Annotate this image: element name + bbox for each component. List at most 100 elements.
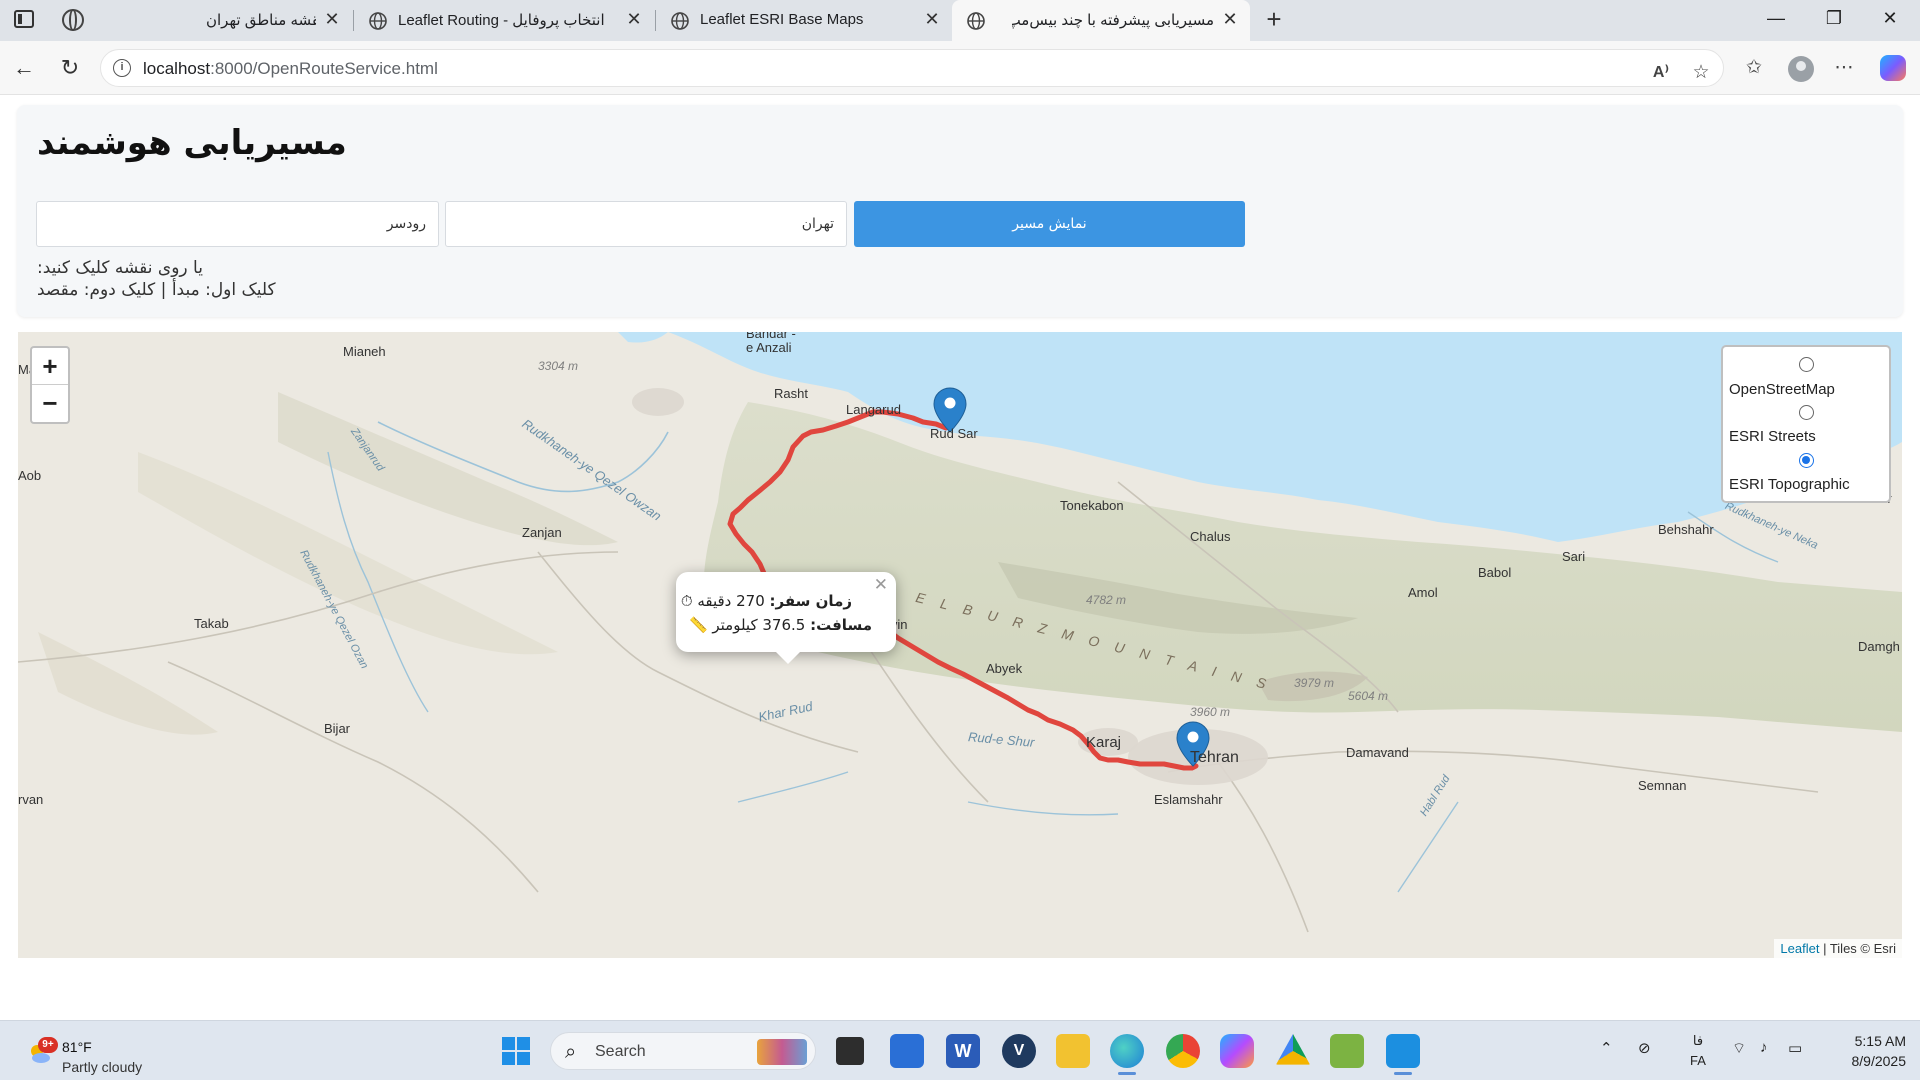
store-icon[interactable] [890,1034,924,1068]
place-label: Tehran [1190,749,1239,766]
maximize-button[interactable]: ❐ [1820,8,1848,32]
elevation-label: 3979 m [1294,676,1335,690]
vscode-icon[interactable] [1386,1034,1420,1068]
elevation-label: 5604 m [1348,689,1389,703]
vivaldi-icon[interactable]: V [1002,1034,1036,1068]
place-label: Tonekabon [1060,498,1124,513]
tab-close-icon[interactable]: ✕ [922,9,942,29]
travel-time-label: زمان سفر: [769,592,852,610]
weather-condition: Partly cloudy [62,1059,143,1075]
search-icon: ⌕ [565,1041,577,1063]
place-label: Babol [1478,565,1512,580]
word-icon[interactable]: W [946,1034,980,1068]
site-info-icon[interactable]: i [113,59,131,77]
profile-avatar[interactable] [1788,56,1814,82]
layer-label[interactable]: OpenStreetMap [1729,381,1835,398]
clock-time: 5:15 AM [1854,1033,1906,1049]
elevation-label: 3304 m [538,359,579,373]
hint-line: کلیک اول: مبدأ | کلیک دوم: مقصد [37,280,276,300]
network-off-icon[interactable]: ⊘ [1638,1039,1651,1057]
page-body: مسیریابی هوشمند رودسر تهران نمایش مسیر :… [0,95,1920,1017]
wifi-icon[interactable]: ⌔ [1732,1039,1746,1058]
weather-widget[interactable]: 9+ 81°F Partly cloudy [24,1031,164,1075]
popup-tip [774,650,802,664]
layer-label[interactable]: ESRI Streets [1729,428,1816,445]
active-app-indicator [1118,1072,1136,1075]
destination-input[interactable]: تهران [445,201,847,247]
temperature: 81°F [62,1039,92,1055]
workspace-globe-icon[interactable] [62,9,84,31]
task-view-icon[interactable] [836,1037,864,1065]
leaflet-link[interactable]: Leaflet [1780,941,1819,956]
windows-taskbar: 9+ 81°F Partly cloudy ⌕ Search W V ⌃ ⊘ ف… [0,1020,1920,1080]
map-click-hint: :یا روی نقشه کلیک کنید کلیک اول: مبدأ | … [37,257,276,301]
url-text: localhost:8000/OpenRouteService.html [143,59,438,78]
tab-tehran-districts[interactable]: نقشه مناطق تهران ✕ [96,0,352,41]
google-drive-icon[interactable] [1276,1034,1310,1065]
volume-icon[interactable]: ♪ [1760,1039,1768,1056]
globe-icon [967,12,985,30]
tab-close-icon[interactable]: ✕ [1220,9,1240,29]
place-label: Damavand [1346,745,1409,760]
tab-close-icon[interactable]: ✕ [624,9,644,29]
edge-icon[interactable] [1110,1034,1144,1068]
favorites-icon[interactable]: ✩ [1742,56,1766,80]
tab-leaflet-routing[interactable]: Leaflet Routing - انتخاب پروفایل ✕ [354,0,654,41]
lang-bottom: FA [1690,1053,1706,1068]
place-label: Semnan [1638,778,1687,793]
place-label: Behshahr [1658,522,1714,537]
origin-input[interactable]: رودسر [36,201,439,247]
attribution-text: | Tiles © Esri [1819,941,1896,956]
tab-leaflet-esri[interactable]: Leaflet ESRI Base Maps ✕ [656,0,952,41]
hint-line: :یا روی نقشه کلیک کنید [37,258,203,278]
place-label: Karaj [1086,734,1122,751]
read-aloud-icon[interactable]: A⁾ [1649,61,1673,85]
distance-value: 376.5 کیلومتر 📏 [688,616,806,634]
tab-title: مسیریابی پیشرفته با چند بیس‌مپ [1012,12,1214,29]
radio-esri-streets[interactable] [1799,405,1814,420]
battery-icon[interactable]: ▭ [1788,1039,1802,1057]
back-button[interactable]: ← [10,54,38,82]
tab-actions-icon[interactable] [14,10,34,28]
minimize-button[interactable]: — [1762,8,1790,32]
tab-title: Leaflet ESRI Base Maps [700,11,864,28]
basemap-switcher: OpenStreetMap ESRI Streets ESRI Topograp… [1721,345,1891,503]
lang-top: فا [1692,1033,1704,1048]
taskbar-clock[interactable]: 5:15 AM 8/9/2025 [1836,1031,1907,1071]
window-close-button[interactable]: ✕ [1876,8,1904,32]
search-label: Search [595,1043,646,1060]
map-container[interactable]: Bandar - e Anzali Rasht Langarud Rud Sar… [18,332,1902,958]
elevation-label: 4782 m [1086,593,1127,607]
new-tab-button[interactable]: + [1260,6,1288,34]
show-route-button[interactable]: نمایش مسیر [854,201,1245,247]
layer-label[interactable]: ESRI Topographic [1729,476,1850,493]
chrome-icon[interactable] [1166,1034,1200,1068]
zoom-in-button[interactable]: + [32,348,68,385]
tab-close-icon[interactable]: ✕ [322,9,342,29]
url-field[interactable]: i localhost:8000/OpenRouteService.html A… [100,49,1724,87]
place-label: Takab [194,616,229,631]
taskbar-search[interactable]: ⌕ Search [550,1032,816,1070]
more-menu-icon[interactable]: ⋯ [1832,56,1856,80]
travel-time: زمان سفر: 270 دقیقه ⏱ [681,592,852,610]
notification-badge: 9+ [38,1037,58,1053]
place-label: Eslamshahr [1154,792,1223,807]
popup-close-icon[interactable]: ✕ [874,575,888,595]
radio-openstreetmap[interactable] [1799,357,1814,372]
start-button[interactable] [502,1037,530,1065]
copilot-icon[interactable] [1880,55,1906,81]
file-explorer-icon[interactable] [1056,1034,1090,1068]
place-label: Aob [18,468,42,483]
reload-button[interactable]: ↻ [56,54,84,82]
map-attribution: Leaflet | Tiles © Esri [1774,939,1902,958]
place-label: Bijar [324,721,351,736]
image-app-icon[interactable] [1330,1034,1364,1068]
favorite-star-icon[interactable]: ☆ [1689,61,1713,85]
copilot-app-icon[interactable] [1220,1034,1254,1068]
input-language[interactable]: فا FA [1686,1031,1710,1071]
show-hidden-icons[interactable]: ⌃ [1600,1039,1613,1057]
radio-esri-topographic[interactable] [1799,453,1814,468]
active-app-indicator [1394,1072,1412,1075]
zoom-out-button[interactable]: − [32,385,68,422]
tab-advanced-routing[interactable]: مسیریابی پیشرفته با چند بیس‌مپ ✕ [952,0,1250,41]
